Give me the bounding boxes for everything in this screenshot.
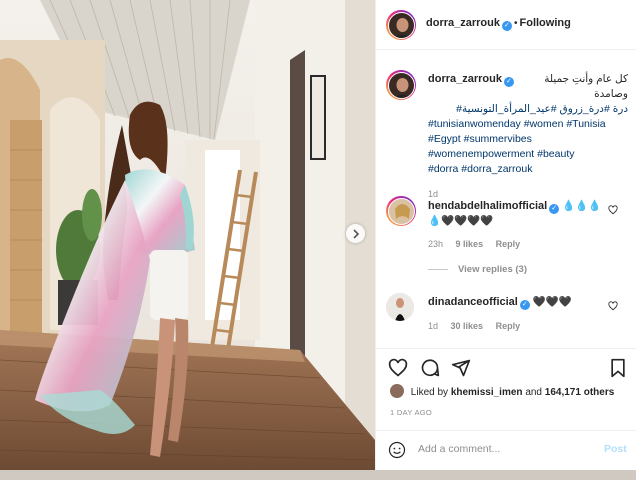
heart-icon[interactable] <box>388 358 408 378</box>
liker-avatar[interactable] <box>390 384 404 398</box>
comment-likes[interactable]: 30 likes <box>451 321 484 331</box>
comment-username[interactable]: hendabdelhalimofficial <box>428 200 547 212</box>
comment-text: 💧💧💧 <box>562 200 602 212</box>
comment-avatar-dina[interactable] <box>386 293 414 321</box>
add-comment-bar: Post <box>376 430 636 470</box>
comment-icon[interactable] <box>420 358 440 378</box>
caption-arabic-line-1: كل عام وأنتِ جميلة وصامدة <box>544 73 628 100</box>
liker-username[interactable]: khemissi_imen <box>451 387 523 398</box>
share-icon[interactable] <box>451 358 471 378</box>
comment-avatar-hend[interactable] <box>386 196 416 226</box>
comment-hend: hendabdelhalimofficial ✓ 💧💧💧 💧🖤🖤🖤🖤 <box>428 199 623 229</box>
comment-meta-dina: 1d 30 likes Reply <box>428 321 530 331</box>
divider-line <box>428 268 448 270</box>
verified-icon: ✓ <box>503 77 514 87</box>
caption-hashtags-4[interactable]: #dorra #dorra_zarrouk <box>428 162 628 177</box>
heart-icon[interactable] <box>608 205 618 215</box>
following-button[interactable]: Following <box>520 17 571 29</box>
comment-time: 1d <box>428 321 439 331</box>
photo-illustration <box>0 0 375 470</box>
chevron-right-icon <box>352 228 359 239</box>
author-username[interactable]: dorra_zarrouk <box>426 17 500 29</box>
comment-dina: dinadanceofficial ✓ 🖤🖤🖤 <box>428 295 623 310</box>
reply-button[interactable]: Reply <box>496 321 521 331</box>
verified-icon: ✓ <box>549 204 560 214</box>
likes-summary: Liked by khemissi_imen and 164,171 other… <box>390 384 614 398</box>
likes-count[interactable]: 164,171 others <box>545 387 615 398</box>
view-replies-label: View replies (3) <box>458 264 527 275</box>
comment-input[interactable] <box>418 443 588 455</box>
comment-username[interactable]: dinadanceofficial <box>428 296 518 308</box>
view-replies-button[interactable]: View replies (3) <box>428 264 527 275</box>
verified-icon: ✓ <box>501 21 512 31</box>
emoji-icon[interactable] <box>388 441 406 459</box>
page-bottom-strip <box>0 470 636 480</box>
comment-time: 23h <box>428 239 444 249</box>
likes-prefix: Liked by <box>410 387 449 398</box>
caption-hashtags-1[interactable]: #tunisianwomenday #women #Tunisia <box>428 117 628 132</box>
action-bar <box>376 348 636 410</box>
post-sidebar: dorra_zarrouk ✓ • Following dorra_zarrouk ✓ … <box>375 0 636 470</box>
next-photo-button[interactable] <box>346 224 365 243</box>
post-date[interactable]: 1 DAY AGO <box>390 408 432 417</box>
post-comment-button[interactable]: Post <box>604 443 627 455</box>
author-avatar[interactable] <box>386 10 416 40</box>
separator-dot: • <box>513 18 518 29</box>
caption-username[interactable]: dorra_zarrouk <box>428 73 502 85</box>
likes-and: and <box>525 387 542 398</box>
heart-icon[interactable] <box>608 301 618 311</box>
comment-likes[interactable]: 9 likes <box>456 239 484 249</box>
reply-button[interactable]: Reply <box>496 239 521 249</box>
post-photo[interactable] <box>0 0 375 470</box>
bookmark-icon[interactable] <box>608 358 628 378</box>
post-header: dorra_zarrouk ✓ • Following <box>376 0 636 50</box>
comment-text: 🖤🖤🖤 <box>532 296 573 308</box>
caption-hashtags-3[interactable]: #womenempowerment #beauty <box>428 147 628 162</box>
verified-icon: ✓ <box>519 300 530 310</box>
caption-hashtags-2[interactable]: #Egypt #summervibes <box>428 132 628 147</box>
caption-avatar[interactable] <box>386 70 416 100</box>
comment-meta-hend: 23h 9 likes Reply <box>428 239 530 249</box>
post-caption: dorra_zarrouk ✓ كل عام وأنتِ جميلة وصامدة… <box>428 72 628 202</box>
caption-arabic-line-2[interactable]: درة #درة_زروق #عيد_المرأة_التونسية# <box>428 102 628 117</box>
comment-text-line-2: 💧🖤🖤🖤🖤 <box>428 215 494 227</box>
